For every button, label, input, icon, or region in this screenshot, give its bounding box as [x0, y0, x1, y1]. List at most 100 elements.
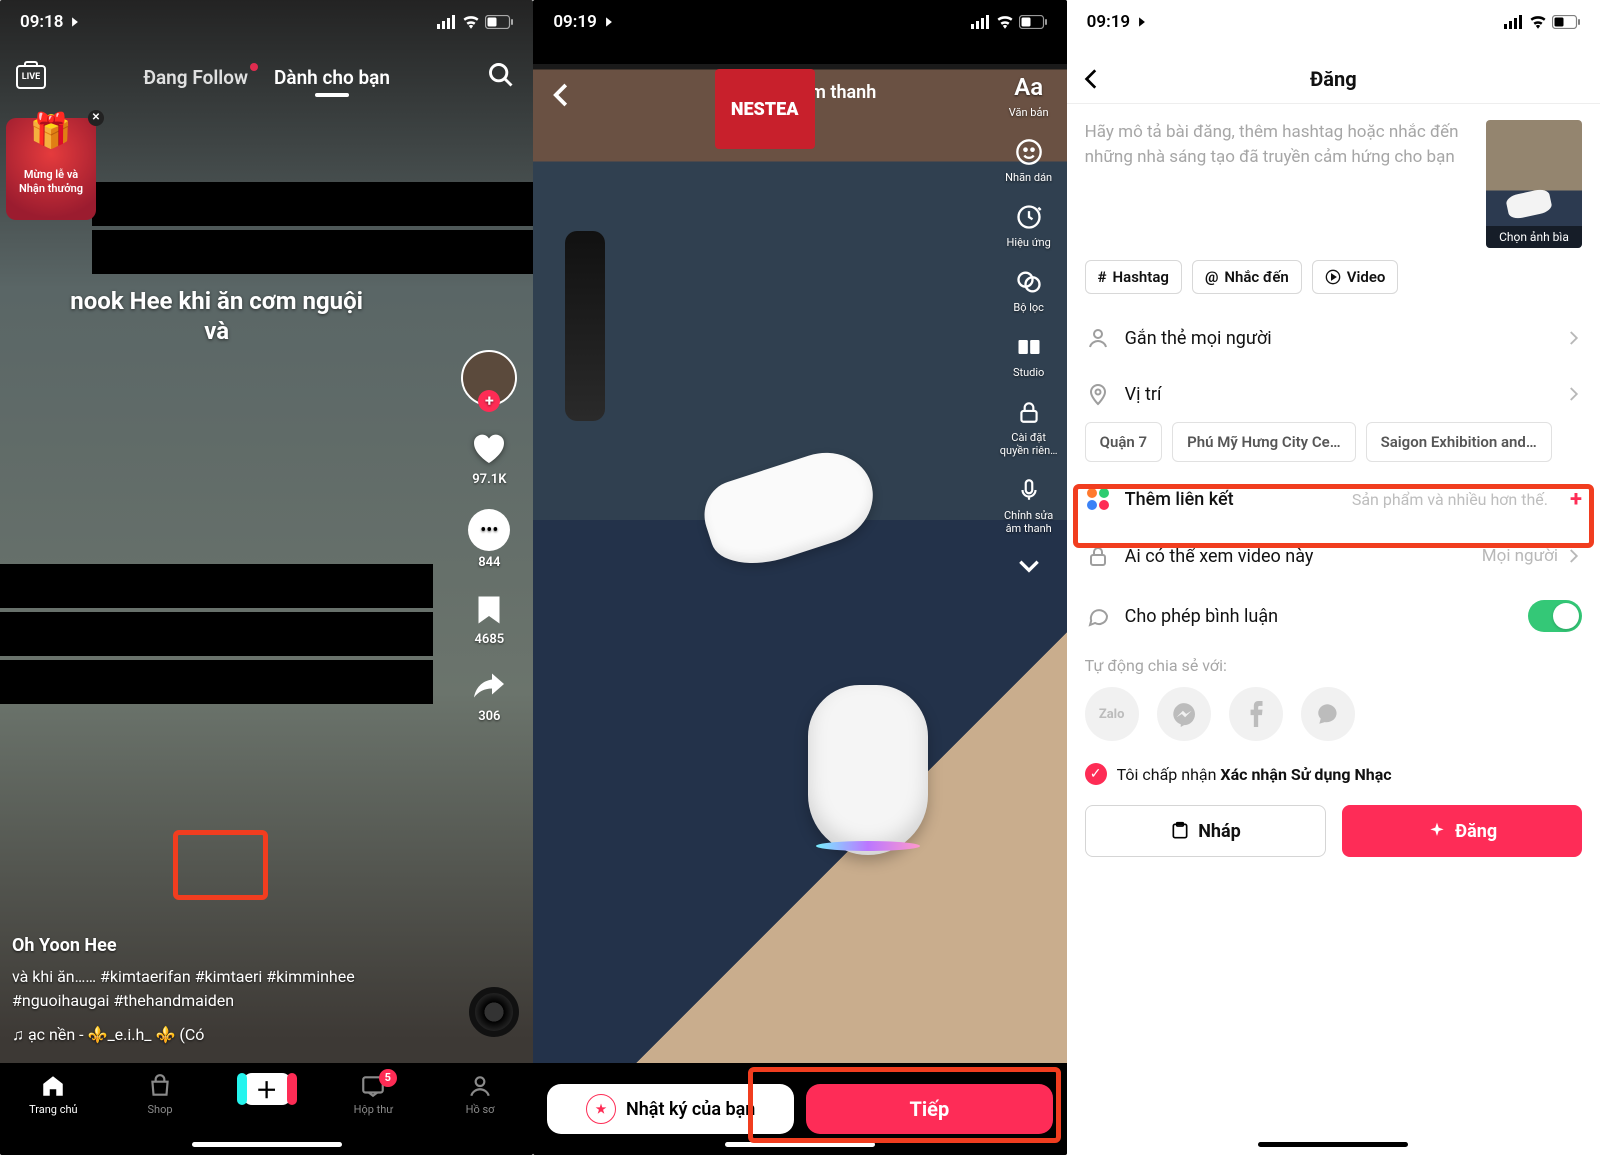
location-chip[interactable]: Saigon Exhibition and…: [1366, 422, 1552, 462]
share-label: Tự động chia sẻ với:: [1085, 656, 1582, 675]
bookmark-icon: [471, 592, 507, 628]
share-sms[interactable]: [1301, 687, 1355, 741]
lock-icon: [1086, 544, 1110, 568]
row-add-link[interactable]: Thêm liên kết Sản phẩm và nhiều hơn thế.…: [1067, 470, 1600, 528]
status-bar: 09:19: [1067, 0, 1600, 44]
cover-picker[interactable]: Chọn ảnh bìa: [1486, 120, 1582, 248]
bookmark-button[interactable]: 4685: [471, 592, 507, 647]
mic-icon: [1016, 477, 1042, 503]
caption[interactable]: và khi ăn…… #kimtaerifan #kimtaeri #kimm…: [12, 967, 355, 1010]
tab-foryou[interactable]: Dành cho bạn: [274, 66, 390, 89]
location-chip[interactable]: Phú Mỹ Hưng City Ce…: [1172, 422, 1355, 462]
row-comments: Cho phép bình luận: [1067, 584, 1600, 648]
badge: 5: [379, 1069, 397, 1087]
tool-sticker[interactable]: Nhãn dán: [1005, 137, 1052, 184]
clock-icon: [1015, 203, 1043, 231]
music-accept-row[interactable]: ✓ Tôi chấp nhận Xác nhận Sử dụng Nhạc: [1067, 755, 1600, 799]
nav-create[interactable]: ＋: [213, 1073, 320, 1105]
tool-text[interactable]: AaVăn bản: [1009, 72, 1049, 119]
filter-icon: [1015, 268, 1043, 296]
row-tag-people[interactable]: Gắn thẻ mọi người: [1067, 310, 1600, 366]
nav-shop[interactable]: Shop: [107, 1073, 214, 1116]
header: Đăng: [1067, 54, 1600, 104]
tool-filter[interactable]: Bộ lọc: [1013, 267, 1044, 314]
status-bar: 09:18: [0, 0, 533, 44]
link-icon: [1085, 486, 1111, 512]
home-indicator: [1258, 1142, 1408, 1147]
chip-hashtag[interactable]: #Hashtag: [1085, 260, 1182, 294]
signal-icon: [971, 15, 991, 29]
draft-button[interactable]: Nháp: [1085, 805, 1327, 857]
preview-canvas[interactable]: NESTEA: [533, 0, 1066, 1155]
next-button[interactable]: Tiếp: [806, 1084, 1053, 1134]
mouse: [808, 685, 928, 855]
row-location[interactable]: Vị trí: [1067, 366, 1600, 422]
tool-privacy[interactable]: Cài đặt quyền riên…: [999, 397, 1059, 457]
studio-icon: [1015, 333, 1043, 361]
heart-icon: [469, 428, 509, 468]
top-tabs: LIVE Đang Follow Dành cho bạn: [0, 52, 533, 102]
tool-studio[interactable]: Studio: [1013, 332, 1044, 379]
pin-icon: [1086, 382, 1110, 406]
caption-input[interactable]: Hãy mô tả bài đăng, thêm hashtag hoặc nh…: [1085, 120, 1472, 248]
status-bar: 09:19: [533, 0, 1066, 44]
chevron-down-icon: [1016, 553, 1042, 579]
right-arrow-icon: [1135, 15, 1149, 29]
comment-button[interactable]: ••• 844: [468, 509, 510, 570]
live-button[interactable]: LIVE: [16, 65, 46, 89]
post-screen: 09:19 Đăng Hãy mô tả bài đăng, thêm hash…: [1067, 0, 1600, 1155]
share-zalo[interactable]: Zalo: [1085, 687, 1139, 741]
page-title: Đăng: [1117, 67, 1550, 91]
sound-label[interactable]: ♫ ạc nền - ⚜️_e.i.h_ ⚜️ (Có: [12, 1023, 433, 1047]
home-indicator: [192, 1142, 342, 1147]
row-privacy[interactable]: Ai có thể xem video này Mọi người: [1067, 528, 1600, 584]
share-messenger[interactable]: [1157, 687, 1211, 741]
nav-home[interactable]: Trang chủ: [0, 1073, 107, 1116]
avatar[interactable]: +: [461, 350, 517, 406]
overlay-text: nook Hee khi ăn cơm nguội: [0, 286, 433, 316]
location-chip[interactable]: Quận 7: [1085, 422, 1162, 462]
promo-banner[interactable]: ✕ Mừng lễ và Nhận thưởng: [6, 118, 96, 220]
video-meta: Oh Yoon Hee và khi ăn…… #kimtaerifan #ki…: [12, 932, 433, 1047]
chevron-right-icon: [1564, 385, 1582, 403]
chevron-left-icon: [1079, 66, 1105, 92]
back-button[interactable]: [1067, 66, 1117, 92]
editor-tool-rail: AaVăn bản Nhãn dán Hiệu ứng Bộ lọc Studi…: [999, 72, 1059, 579]
share-facebook[interactable]: [1229, 687, 1283, 741]
share-button[interactable]: 306: [471, 669, 507, 724]
smiley-icon: [1015, 138, 1043, 166]
plus-icon: ＋: [243, 1073, 291, 1105]
action-rail: + 97.1K ••• 844 4685 306: [453, 350, 525, 724]
close-icon[interactable]: ✕: [88, 110, 104, 126]
nav-profile[interactable]: Hồ sơ: [427, 1073, 534, 1116]
chip-mention[interactable]: @Nhắc đến: [1192, 260, 1302, 294]
facebook-icon: [1249, 701, 1263, 727]
diary-button[interactable]: ★Nhật ký của bạn: [547, 1084, 794, 1134]
follow-plus-icon[interactable]: +: [478, 390, 500, 412]
person-icon: [1086, 326, 1110, 350]
search-button[interactable]: [487, 61, 515, 93]
post-button[interactable]: Đăng: [1342, 805, 1582, 857]
author-name[interactable]: Oh Yoon Hee: [12, 932, 433, 959]
person-icon: [467, 1073, 493, 1099]
right-arrow-icon: [602, 15, 616, 29]
editor-screen: 09:19 Thêm âm thanh NESTEA AaVăn bản Nhã…: [533, 0, 1066, 1155]
like-button[interactable]: 97.1K: [469, 428, 509, 487]
tool-audio[interactable]: Chỉnh sửa âm thanh: [999, 475, 1059, 535]
battery-icon: [1552, 15, 1580, 29]
bag-icon: [147, 1073, 173, 1099]
search-icon: [487, 61, 515, 89]
sound-disc[interactable]: [469, 987, 519, 1037]
chat-icon: [1315, 701, 1341, 727]
chip-video[interactable]: Video: [1312, 260, 1399, 294]
signal-icon: [437, 15, 457, 29]
tool-expand[interactable]: [1016, 553, 1042, 579]
messenger-icon: [1171, 701, 1197, 727]
wifi-icon: [1529, 15, 1547, 29]
tool-effect[interactable]: Hiệu ứng: [1007, 202, 1051, 249]
comments-toggle[interactable]: [1528, 600, 1582, 632]
nav-inbox[interactable]: 5 Hộp thư: [320, 1073, 427, 1116]
tab-following[interactable]: Đang Follow: [143, 66, 248, 89]
back-button[interactable]: [547, 80, 577, 114]
chevron-right-icon: [1564, 329, 1582, 347]
